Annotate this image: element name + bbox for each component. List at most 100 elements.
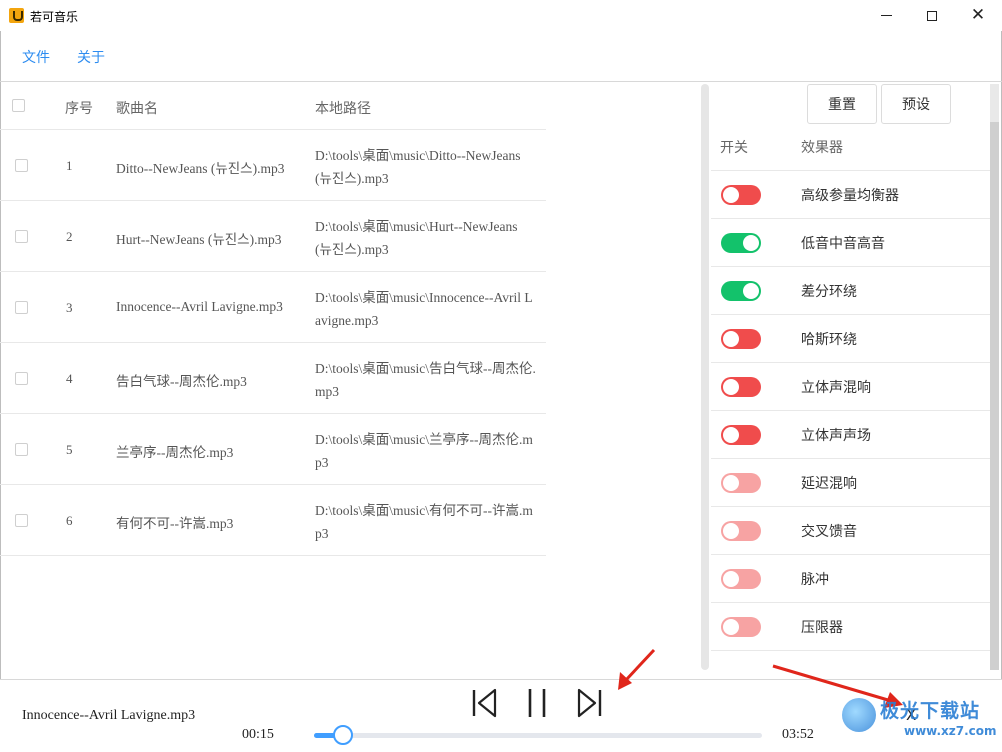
song-checkbox[interactable] <box>15 443 28 456</box>
song-name: Ditto--NewJeans (뉴진스).mp3 <box>116 161 285 176</box>
toggle-knob <box>743 235 759 251</box>
toggle-knob <box>723 331 739 347</box>
preset-button[interactable]: 预设 <box>881 84 951 124</box>
effect-toggle[interactable] <box>721 617 761 637</box>
effects-scrollbar-thumb[interactable] <box>990 122 999 670</box>
song-name: Hurt--NewJeans (뉴진스).mp3 <box>116 232 282 247</box>
effect-toggle[interactable] <box>721 329 761 349</box>
effect-toggle[interactable] <box>721 185 761 205</box>
skip-previous-icon <box>472 688 497 718</box>
effect-label: 立体声混响 <box>801 380 871 396</box>
song-row[interactable]: 4 告白气球--周杰伦.mp3 D:\tools\桌面\music\告白气球--周杰… <box>0 343 546 414</box>
maximize-icon <box>927 10 937 21</box>
song-path: D:\tools\桌面\music\Hurt--NewJeans (뉴진스).m… <box>315 219 518 257</box>
total-time: 03:52 <box>782 727 814 742</box>
effect-label: 高级参量均衡器 <box>801 188 899 204</box>
song-name: Innocence--Avril Lavigne.mp3 <box>116 299 283 314</box>
effect-row: 压限器 <box>711 603 991 651</box>
effects-panel: 重置 预设 开关 效果器 高级参量均衡器 低音中音高音 差分环绕哈斯环绕立体声混响立… <box>711 82 991 672</box>
song-path: D:\tools\桌面\music\告白气球--周杰伦.mp3 <box>315 361 536 399</box>
song-name: 告白气球--周杰伦.mp3 <box>116 374 247 389</box>
effect-row: 交叉馈音 <box>711 507 991 555</box>
skip-next-icon <box>577 688 602 718</box>
now-playing-title: Innocence--Avril Lavigne.mp3 <box>22 708 196 723</box>
next-button[interactable] <box>574 686 604 720</box>
pause-button[interactable] <box>522 686 552 720</box>
player-bar: Innocence--Avril Lavigne.mp3 00:15 03:52… <box>0 679 1002 752</box>
header-local-path: 本地路径 <box>315 101 371 117</box>
minimize-icon <box>880 15 892 16</box>
song-index: 6 <box>66 513 73 528</box>
song-name: 兰亭序--周杰伦.mp3 <box>116 445 234 460</box>
toggle-knob <box>723 187 739 203</box>
song-index: 5 <box>66 442 73 457</box>
close-button[interactable]: ✕ <box>955 0 1001 31</box>
song-checkbox[interactable] <box>15 230 28 243</box>
effect-label: 延迟混响 <box>801 476 857 492</box>
effect-toggle[interactable] <box>721 521 761 541</box>
song-index: 2 <box>66 229 73 244</box>
effect-row: 低音中音高音 <box>711 219 991 267</box>
menu-file[interactable]: 文件 <box>22 47 50 67</box>
song-index: 4 <box>66 371 73 386</box>
menu-bar: 文件 关于 <box>0 31 1002 82</box>
select-all-checkbox[interactable] <box>12 99 25 112</box>
song-index: 3 <box>66 300 73 315</box>
effect-row: 脉冲 <box>711 555 991 603</box>
playlist-scrollbar[interactable] <box>701 84 709 670</box>
effect-toggle[interactable] <box>721 377 761 397</box>
song-row[interactable]: 1 Ditto--NewJeans (뉴진스).mp3 D:\tools\桌面\mu… <box>0 130 546 201</box>
progress-handle[interactable] <box>332 725 353 745</box>
toggle-knob <box>723 427 739 443</box>
effect-label: 压限器 <box>801 620 843 636</box>
effect-row: 延迟混响 <box>711 459 991 507</box>
effect-row: 哈斯环绕 <box>711 315 991 363</box>
maximize-button[interactable] <box>909 0 955 31</box>
previous-button[interactable] <box>470 686 500 720</box>
song-checkbox[interactable] <box>15 372 28 385</box>
close-icon: ✕ <box>970 5 986 25</box>
app-logo-icon <box>9 8 24 23</box>
song-row[interactable]: 6 有何不可--许嵩.mp3 D:\tools\桌面\music\有何不可--许嵩.… <box>0 485 546 556</box>
toggle-knob <box>723 571 739 587</box>
effect-label: 立体声声场 <box>801 428 871 444</box>
header-switch: 开关 <box>720 140 748 156</box>
effect-label: 交叉馈音 <box>801 524 857 540</box>
minimize-button[interactable] <box>863 0 909 31</box>
song-name: 有何不可--许嵩.mp3 <box>116 516 234 531</box>
header-index: 序号 <box>65 101 93 117</box>
song-path: D:\tools\桌面\music\兰亭序--周杰伦.mp3 <box>315 432 533 470</box>
song-checkbox[interactable] <box>15 514 28 527</box>
song-row[interactable]: 2 Hurt--NewJeans (뉴진스).mp3 D:\tools\桌面\mus… <box>0 201 546 272</box>
toggle-knob <box>723 523 739 539</box>
progress-bar[interactable] <box>314 725 762 745</box>
pause-icon <box>528 689 546 717</box>
effect-toggle[interactable] <box>721 569 761 589</box>
effect-row: 立体声混响 <box>711 363 991 411</box>
effect-label: 脉冲 <box>801 572 829 588</box>
effect-label: 哈斯环绕 <box>801 332 857 348</box>
effect-toggle[interactable] <box>721 425 761 445</box>
song-path: D:\tools\桌面\music\有何不可--许嵩.mp3 <box>315 503 533 541</box>
effect-row: 立体声声场 <box>711 411 991 459</box>
header-effect: 效果器 <box>801 140 843 156</box>
reset-button[interactable]: 重置 <box>807 84 877 124</box>
effect-label: 低音中音高音 <box>801 236 885 252</box>
effect-row: 差分环绕 <box>711 267 991 315</box>
song-path: D:\tools\桌面\music\Ditto--NewJeans (뉴진스).… <box>315 148 521 186</box>
song-table-header: 序号 歌曲名 本地路径 <box>0 82 546 130</box>
toggle-knob <box>723 619 739 635</box>
effect-toggle[interactable] <box>721 473 761 493</box>
effect-toggle[interactable] <box>721 281 761 301</box>
toggle-knob <box>743 283 759 299</box>
playback-mode-icon[interactable]: X <box>906 706 916 724</box>
song-checkbox[interactable] <box>15 159 28 172</box>
effect-label: 差分环绕 <box>801 284 857 300</box>
song-checkbox[interactable] <box>15 301 28 314</box>
effects-header: 开关 效果器 <box>711 124 991 171</box>
menu-about[interactable]: 关于 <box>77 47 105 67</box>
effect-toggle[interactable] <box>721 233 761 253</box>
effect-row: 高级参量均衡器 <box>711 171 991 219</box>
song-row[interactable]: 3 Innocence--Avril Lavigne.mp3 D:\tools\桌面… <box>0 272 546 343</box>
song-row[interactable]: 5 兰亭序--周杰伦.mp3 D:\tools\桌面\music\兰亭序--周杰伦.… <box>0 414 546 485</box>
